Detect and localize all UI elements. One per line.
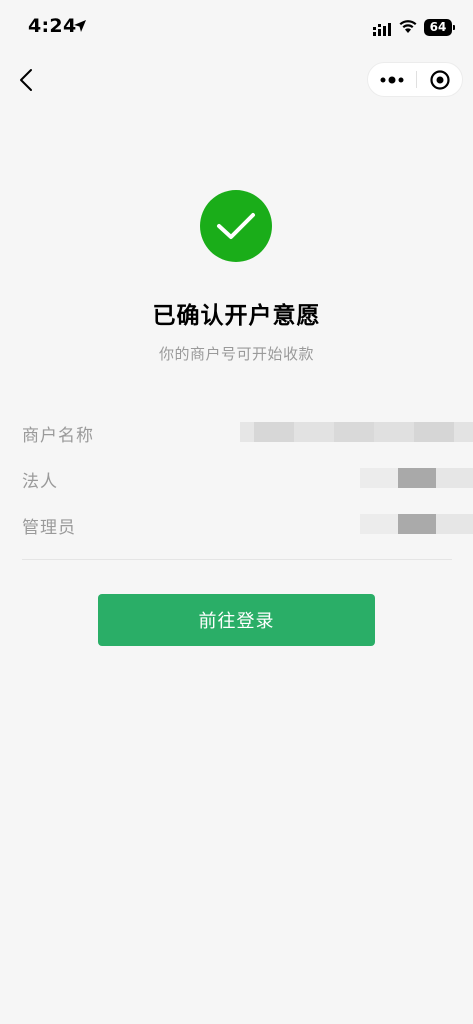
admin-value-redacted <box>360 514 473 534</box>
back-button[interactable] <box>12 64 40 96</box>
success-icon <box>200 190 272 262</box>
legal-person-value-redacted <box>360 468 473 488</box>
mini-program-capsule <box>367 62 463 97</box>
wifi-icon <box>398 18 418 38</box>
back-icon <box>20 69 32 91</box>
more-button[interactable] <box>368 63 416 96</box>
merchant-name-row: 商户名称 <box>22 408 473 454</box>
legal-person-row: 法人 <box>22 454 473 500</box>
battery-indicator: 64 <box>424 19 455 36</box>
close-button[interactable] <box>417 63 463 96</box>
status-time: 4:24 <box>28 15 77 37</box>
merchant-name-label: 商户名称 <box>22 426 94 446</box>
close-target-icon <box>430 69 450 90</box>
admin-row: 管理员 <box>22 500 473 546</box>
signal-icon <box>373 21 393 40</box>
merchant-info-list: 商户名称 法人 管理员 <box>22 408 473 546</box>
checkmark-icon <box>217 213 255 239</box>
go-login-button[interactable]: 前往登录 <box>98 594 375 646</box>
legal-person-label: 法人 <box>22 472 58 492</box>
page-title: 已确认开户意愿 <box>152 303 321 329</box>
merchant-name-value-redacted <box>240 422 473 442</box>
location-arrow-icon <box>73 18 87 37</box>
status-bar: 4:24 64 <box>0 0 473 56</box>
page-subtitle: 你的商户号可开始收款 <box>158 345 314 363</box>
section-divider <box>22 559 452 560</box>
admin-label: 管理员 <box>22 518 76 538</box>
more-dots-icon <box>380 76 404 83</box>
